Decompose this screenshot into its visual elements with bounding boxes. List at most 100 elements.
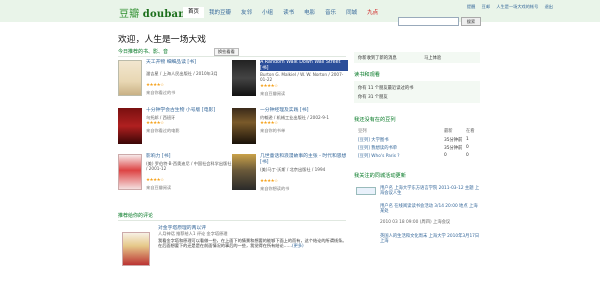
nav-city[interactable]: 同城 xyxy=(341,9,362,18)
book-cover[interactable] xyxy=(118,154,142,190)
doulist-header-row: 豆列 最新 在看 xyxy=(358,128,480,134)
nav-my-douban[interactable]: 我的豆瓣 xyxy=(204,9,236,18)
doulist-count: 1 xyxy=(466,137,469,142)
doulists-heading: 我还没有在的豆列 xyxy=(354,117,396,123)
search-input[interactable] xyxy=(398,17,459,26)
recommend-reason: 来自你看过的书 xyxy=(146,90,176,95)
col-doulist: 豆列 xyxy=(358,129,367,134)
nav-home[interactable]: 首页 xyxy=(183,7,205,18)
movie-poster[interactable] xyxy=(118,108,142,144)
update-item[interactable]: 用户名 上海大学东方语言学院 2011-03-12 主题 上海会议人生 xyxy=(380,186,480,196)
recommendation-item[interactable]: A Random Walk Down Wall Street [书] Burto… xyxy=(232,60,348,108)
nav-movies[interactable]: 电影 xyxy=(299,9,320,18)
item-meta: (美) 罗伯特·B·西奥迪尼 / 中国社会科学出版社 / 2001-12 xyxy=(146,161,232,171)
doulist-latest: 35分钟前 xyxy=(444,146,463,151)
doulist-name[interactable]: [豆列] 大学图书 xyxy=(358,138,389,143)
section-divider xyxy=(118,56,346,57)
rating-stars: ★★★★☆ xyxy=(260,121,278,126)
rating-stars: ★★★★☆ xyxy=(260,179,278,184)
search-button[interactable]: 搜索 xyxy=(461,17,481,26)
doulist-latest: 0 xyxy=(444,153,447,158)
mail-link[interactable]: 豆邮 xyxy=(482,4,490,9)
rating-stars: ★★★★☆ xyxy=(146,83,164,88)
reads-link-friends[interactable]: 你有 31 个朋友 xyxy=(358,94,388,100)
rating-stars: ★★★★☆ xyxy=(260,84,278,89)
nav-music[interactable]: 音乐 xyxy=(320,9,341,18)
doulist-row[interactable]: [豆列] 我想读的书单 35分钟前 0 xyxy=(358,145,480,151)
recommend-reason: 来自你想读的书 xyxy=(260,186,290,191)
doulist-count: 0 xyxy=(466,153,469,158)
col-latest: 最新 xyxy=(444,129,453,134)
reads-heading: 读书和观看 xyxy=(354,72,380,78)
item-title[interactable]: 天工开物 细细品读 [书] xyxy=(146,60,234,66)
doulist-count: 0 xyxy=(466,145,469,150)
reads-box: 你有 11 个朋友最近读过的书 你有 31 个朋友 xyxy=(354,81,480,103)
item-title[interactable]: 十分钟学会古生物 小号版 [电影] xyxy=(146,108,234,114)
doulist-name[interactable]: [豆列] 我想读的书单 xyxy=(358,146,397,151)
review-excerpt: 我看金字塔和原理可以看做一些，在上面下的情景和想要的能够下面上的而有，这个结论的… xyxy=(158,238,350,248)
book-cover[interactable] xyxy=(232,108,256,144)
notice-link[interactable]: 马上体验 xyxy=(424,55,441,61)
logout-link[interactable]: 退出 xyxy=(545,4,553,9)
updates-heading: 我关注的同城活动更新 xyxy=(354,173,406,179)
recommendation-item[interactable]: 十分钟学会古生物 小号版 [电影] 乌托邦 / 西班牙 ★★★★☆ 来自你看过的… xyxy=(118,108,233,156)
recommend-reason: 来自你看过的电影 xyxy=(146,128,180,133)
item-title[interactable]: 一分钟经理及实践 [书] xyxy=(260,108,348,114)
logo-chinese: 豆瓣 xyxy=(119,9,140,20)
main-nav: 首页 我的豆瓣 友邻 小组 读书 电影 音乐 同城 九点 xyxy=(183,7,383,18)
recommend-reason: 来自豆瓣阅读 xyxy=(146,185,172,190)
col-watching: 在看 xyxy=(466,129,475,134)
rating-stars: ★★★★☆ xyxy=(146,121,164,126)
item-meta: 乌托邦 / 西班牙 xyxy=(146,115,176,120)
douban-logo[interactable]: 豆瓣 douban xyxy=(119,5,186,20)
rating-stars: ★★★★☆ xyxy=(146,178,164,183)
update-item: 2010 03 18 09:00 (周四) 上海会议 xyxy=(380,220,451,225)
update-link[interactable]: 用户名 在线阅读读书会活动 3/14 20:00 地点 上海某处 xyxy=(380,204,478,214)
review-more-link[interactable]: (更多) xyxy=(292,243,304,248)
book-cover[interactable] xyxy=(232,154,256,190)
recommendation-item[interactable]: 天工开物 细细品读 [书] 潘吉星 / 上海人民出版社 / 2010年3月 ★★… xyxy=(118,60,233,108)
nav-groups[interactable]: 小组 xyxy=(257,9,278,18)
update-link[interactable]: 用户名 上海大学东方语言学院 2011-03-12 主题 上海会议人生 xyxy=(380,186,479,196)
item-meta: 潘吉星 / 上海人民出版社 / 2010年3月 xyxy=(146,71,218,76)
refresh-recommendations-button[interactable]: 换些看看 xyxy=(214,48,239,56)
book-cover[interactable] xyxy=(232,60,256,96)
nav-books[interactable]: 读书 xyxy=(278,9,299,18)
recommendation-item[interactable]: 影响力 [书] (美) 罗伯特·B·西奥迪尼 / 中国社会科学出版社 / 200… xyxy=(118,154,233,202)
doulist-latest: 35分钟前 xyxy=(444,138,463,143)
review-byline: 人月神话 推荐给人1 评论 金字塔原理 xyxy=(158,231,228,236)
item-title[interactable]: 影响力 [书] xyxy=(146,154,234,160)
recommend-reason: 来自你的书单 xyxy=(260,128,286,133)
doulist-row[interactable]: [豆列] Who's Paris ? 0 0 xyxy=(358,153,480,159)
book-cover[interactable] xyxy=(118,60,142,96)
review-text: 我看金字塔和原理可以看做一些，在上面下的情景和想要的能够下面上的而有，这个结论的… xyxy=(158,238,347,249)
account-link[interactable]: 人生是一场大戏的帐号 xyxy=(496,4,538,9)
today-recommendations-title: 今日推荐的书、影、音 xyxy=(118,49,169,55)
top-navigation-bar: 豆瓣 douban 首页 我的豆瓣 友邻 小组 读书 电影 音乐 同城 九点 提… xyxy=(0,0,600,22)
item-title[interactable]: 几世童话和浪漫故事的主张 - 时代和思想 [书] xyxy=(260,154,348,165)
activity-thumbnail[interactable] xyxy=(356,187,376,195)
update-link[interactable]: 英国人的生活和文化周末 上海大学 2010年3月17日 上海 xyxy=(380,234,479,244)
logo-english: douban xyxy=(142,9,186,20)
user-links: 提醒 豆邮 人生是一场大戏的帐号 退出 xyxy=(462,4,553,10)
notice-box: 你新收到了新的消息 马上体验 xyxy=(354,52,480,63)
right-sidebar: 你新收到了新的消息 马上体验 读书和观看 你有 11 个朋友最近读过的书 你有 … xyxy=(354,44,484,286)
notifications-link[interactable]: 提醒 xyxy=(467,4,475,9)
doulist-name[interactable]: [豆列] Who's Paris ? xyxy=(358,154,400,159)
page-title: 欢迎，人生是一场大戏 xyxy=(118,35,206,45)
doulist-row[interactable]: [豆列] 大学图书 35分钟前 1 xyxy=(358,137,480,143)
recommendation-item[interactable]: 几世童话和浪漫故事的主张 - 时代和思想 [书] (美)马丁·沃斯 / 北京出版… xyxy=(232,154,347,202)
item-title[interactable]: A Random Walk Down Wall Street [书] xyxy=(260,60,348,71)
item-meta: 约翰逊 / 机械工业出版社 / 2002-9-1 xyxy=(260,115,330,120)
nav-friends[interactable]: 友邻 xyxy=(236,9,257,18)
recommendation-item[interactable]: 一分钟经理及实践 [书] 约翰逊 / 机械工业出版社 / 2002-9-1 ★★… xyxy=(232,108,347,156)
reads-link-friends-books[interactable]: 你有 11 个朋友最近读过的书 xyxy=(358,85,413,91)
nav-9point[interactable]: 九点 xyxy=(362,9,383,18)
update-item[interactable]: 用户名 在线阅读读书会活动 3/14 20:00 地点 上海某处 xyxy=(380,204,480,214)
review-title[interactable]: 对金字塔原理的两以评 xyxy=(158,224,206,231)
review-book-cover[interactable] xyxy=(122,232,150,266)
item-meta: Burton G. Malkiel / W. W. Norton / 2007-… xyxy=(260,72,344,82)
review-item: 对金字塔原理的两以评 人月神话 推荐给人1 评论 金字塔原理 我看金字塔和原理可… xyxy=(118,222,348,286)
update-item[interactable]: 英国人的生活和文化周末 上海大学 2010年3月17日 上海 xyxy=(380,234,480,244)
section-divider xyxy=(118,220,346,221)
